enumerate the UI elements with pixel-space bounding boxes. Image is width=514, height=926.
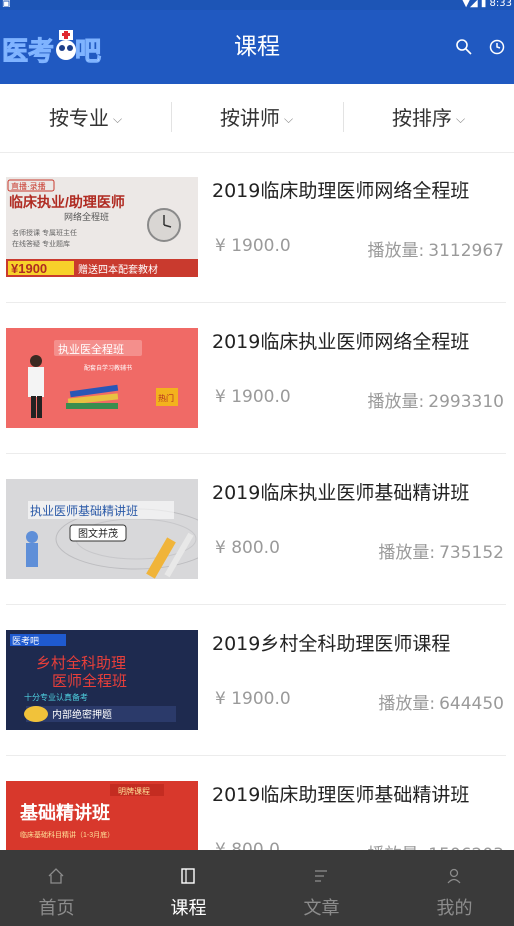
thumb-gift: 赠送四本配套教材 (78, 263, 158, 276)
chevron-down-icon: ⌵ (455, 112, 466, 126)
course-price: ¥ 1900.0 (215, 236, 291, 256)
thumb-sub: 配套自学习教辅书 (84, 364, 132, 372)
course-item[interactable]: 直播·录播 临床执业/助理医师 网络全程班 名师授课 专属班主任 在线答疑 专业… (6, 152, 506, 303)
thumb-sub: 临床基础科目精讲（1-3月底） (20, 830, 114, 839)
filter-label: 按专业 (48, 106, 109, 130)
thumb-heading: 医师全程班 (52, 672, 127, 690)
book-icon (181, 868, 195, 884)
course-play-count: 播放量: 2993310 (368, 387, 504, 412)
play-count-value: 735152 (439, 543, 504, 563)
tab-label: 首页 (38, 898, 75, 919)
tab-label: 课程 (170, 898, 207, 919)
tab-articles[interactable]: 文章 (255, 850, 388, 926)
app-header: 医考 吧 课程 (0, 10, 514, 84)
article-icon (315, 870, 327, 882)
course-play-count: 播放量: 644450 (378, 689, 504, 714)
thumb-sub: 十分专业认真备考 (24, 692, 88, 702)
thumb-heading: 临床执业/助理医师 (9, 194, 125, 210)
filter-bar: 按专业 ⌵ 按讲师 ⌵ 按排序 ⌵ (0, 84, 514, 153)
course-thumbnail[interactable]: 执业医师基础精讲班 图文并茂 (6, 479, 198, 579)
filter-by-sort[interactable]: 按排序 ⌵ (343, 84, 514, 152)
page-title: 课程 (234, 34, 280, 60)
thumb-sub: 网络全程班 (64, 211, 109, 222)
thumb-badge: 热门 (158, 393, 174, 403)
course-item[interactable]: 医考吧 乡村全科助理 医师全程班 十分专业认真备考 内部绝密押题 2019乡村全… (6, 605, 506, 756)
tab-home[interactable]: 首页 (0, 850, 123, 926)
status-bar: ▣ ▼◢ ▮ 8:33 (0, 0, 514, 10)
course-price: ¥ 1900.0 (215, 387, 291, 407)
status-icons: ▼◢ ▮ 8:33 (462, 0, 512, 9)
play-count-label: 播放量: (378, 543, 436, 563)
course-item[interactable]: 执业医全程班 配套自学习教辅书 热门 2019临床执业医师网络全程班 ¥ 190… (6, 303, 506, 454)
tab-profile[interactable]: 我的 (388, 850, 514, 926)
thumb-line: 在线答疑 专业题库 (12, 239, 70, 248)
history-icon[interactable] (488, 38, 506, 56)
tab-label: 我的 (436, 898, 473, 919)
play-count-value: 2993310 (428, 392, 504, 412)
filter-by-teacher[interactable]: 按讲师 ⌵ (171, 84, 342, 152)
thumb-line: 名师授课 专属班主任 (12, 228, 77, 237)
chevron-down-icon: ⌵ (112, 112, 123, 126)
course-list: 直播·录播 临床执业/助理医师 网络全程班 名师授课 专属班主任 在线答疑 专业… (0, 152, 514, 906)
course-title[interactable]: 2019乡村全科助理医师课程 (212, 631, 450, 657)
bottom-tab-bar: 首页 课程 文章 我的 (0, 850, 514, 926)
play-count-label: 播放量: (367, 241, 425, 261)
home-icon (48, 868, 64, 884)
thumb-price-badge: ¥1900 (11, 261, 47, 276)
search-icon[interactable] (455, 38, 473, 56)
course-item[interactable]: 执业医师基础精讲班 图文并茂 2019临床执业医师基础精讲班 ¥ 800.0 播… (6, 454, 506, 605)
filter-label: 按排序 (391, 106, 452, 130)
play-count-label: 播放量: (367, 392, 425, 412)
thumb-heading: 执业医全程班 (58, 342, 124, 356)
course-title[interactable]: 2019临床执业医师基础精讲班 (212, 480, 469, 506)
chevron-down-icon: ⌵ (283, 112, 294, 126)
thumb-heading: 乡村全科助理 (36, 654, 126, 672)
filter-by-specialty[interactable]: 按专业 ⌵ (0, 84, 171, 152)
course-title[interactable]: 2019临床助理医师基础精讲班 (212, 782, 469, 808)
thumb-brand: 医考吧 (12, 636, 39, 646)
play-count-label: 播放量: (378, 694, 436, 714)
thumb-tag: 直播·录播 (11, 181, 46, 191)
thumb-corner: 明牌课程 (118, 786, 150, 796)
tab-courses[interactable]: 课程 (122, 850, 255, 926)
play-count-value: 3112967 (428, 241, 504, 261)
course-thumbnail[interactable]: 医考吧 乡村全科助理 医师全程班 十分专业认真备考 内部绝密押题 (6, 630, 198, 730)
course-title[interactable]: 2019临床助理医师网络全程班 (212, 178, 469, 204)
course-play-count: 播放量: 735152 (378, 538, 504, 563)
play-count-value: 644450 (439, 694, 504, 714)
thumb-bottom: 内部绝密押题 (52, 708, 112, 721)
course-play-count: 播放量: 3112967 (368, 236, 504, 261)
course-price: ¥ 1900.0 (215, 689, 291, 709)
thumb-heading: 执业医师基础精讲班 (30, 503, 138, 518)
filter-label: 按讲师 (219, 106, 280, 130)
thumb-sub: 图文并茂 (78, 527, 118, 540)
user-icon (447, 868, 461, 884)
tab-label: 文章 (303, 898, 340, 919)
course-price: ¥ 800.0 (215, 538, 280, 558)
course-title[interactable]: 2019临床执业医师网络全程班 (212, 329, 469, 355)
course-thumbnail[interactable]: 直播·录播 临床执业/助理医师 网络全程班 名师授课 专属班主任 在线答疑 专业… (6, 177, 198, 277)
course-thumbnail[interactable]: 执业医全程班 配套自学习教辅书 热门 (6, 328, 198, 428)
thumb-heading: 基础精讲班 (19, 802, 110, 823)
notification-icon: ▣ (2, 0, 11, 9)
